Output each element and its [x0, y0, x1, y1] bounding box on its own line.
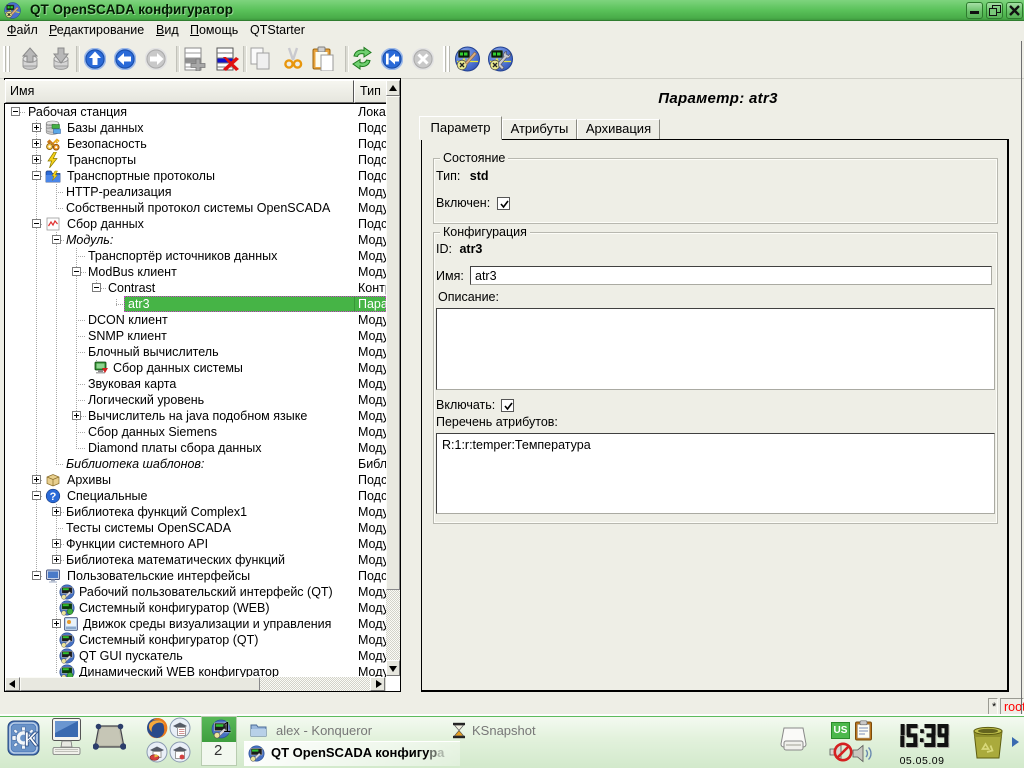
svg-text:K: K [24, 729, 39, 751]
